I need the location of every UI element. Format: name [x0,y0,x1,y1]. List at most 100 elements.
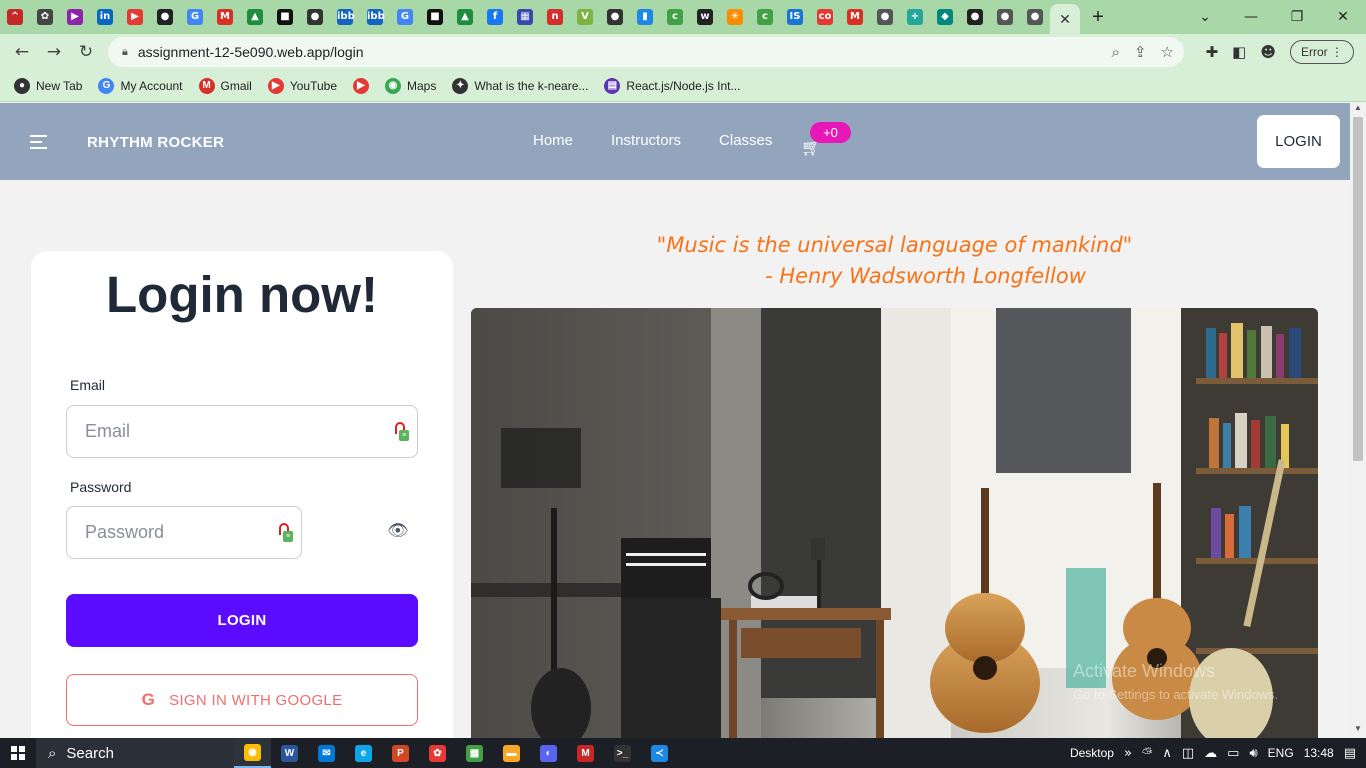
taskbar-mail[interactable]: ✉ [308,738,345,768]
browser-tab[interactable]: ▲ [240,0,270,34]
onedrive-icon[interactable]: ☁︎ [1204,746,1217,761]
browser-tab[interactable]: IS [780,0,810,34]
browser-tab[interactable]: w [690,0,720,34]
browser-tab[interactable]: ^ [0,0,30,34]
desktop-toolbar-label[interactable]: Desktop [1070,746,1114,760]
browser-tab[interactable]: f [480,0,510,34]
browser-tab[interactable]: ■ [420,0,450,34]
forward-icon[interactable]: → [38,42,70,62]
browser-tab[interactable]: ▦ [510,0,540,34]
tab-search-icon[interactable]: ⌄ [1182,9,1228,25]
taskbar-terminal[interactable]: >_ [604,738,641,768]
browser-tab[interactable]: ▶ [120,0,150,34]
password-manager-icon[interactable]: ≡ [277,523,293,543]
bookmark-youtube-2[interactable]: ▶ [353,77,370,94]
browser-tab[interactable]: G [180,0,210,34]
taskbar-explorer[interactable]: ▬ [493,738,530,768]
language-indicator[interactable]: ENG [1268,746,1294,760]
browser-tab[interactable]: ● [990,0,1020,34]
share-icon[interactable]: ⇪ [1134,43,1147,61]
browser-tab[interactable]: ● [600,0,630,34]
browser-tab[interactable]: co [810,0,840,34]
zoom-icon[interactable]: ⌕ [1112,43,1120,61]
taskbar-chrome[interactable]: ◉ [234,738,271,768]
taskbar-powerpoint[interactable]: P [382,738,419,768]
taskbar-app-6[interactable]: ✿ [419,738,456,768]
browser-tab[interactable]: ▮ [630,0,660,34]
taskbar-discord[interactable]: ◐ [530,738,567,768]
browser-tab[interactable]: ● [870,0,900,34]
password-manager-icon[interactable]: ≡ [393,422,409,442]
weather-icon[interactable]: ⛅︎ [1142,746,1152,761]
browser-tab[interactable]: ✿ [30,0,60,34]
nav-classes[interactable]: Classes [719,132,772,149]
browser-tab[interactable]: ▲ [450,0,480,34]
lock-icon[interactable]: 🔒︎ [122,46,128,59]
bookmark-knn[interactable]: ✦ What is the k-neare... [452,77,588,94]
reload-icon[interactable]: ↻ [70,42,102,62]
password-field[interactable]: Password ≡ [66,506,302,559]
scroll-down-icon[interactable]: ▼ [1350,724,1366,738]
email-field[interactable]: Email ≡ [66,405,418,458]
restore-icon[interactable]: ❐ [1274,9,1320,25]
browser-tab[interactable]: n [540,0,570,34]
browser-tab[interactable]: M [840,0,870,34]
minimize-icon[interactable]: — [1228,9,1274,25]
taskbar-search[interactable]: ⌕ Search [36,738,234,768]
bookmark-star-icon[interactable]: ☆ [1161,43,1174,61]
browser-tab[interactable]: ibb [360,0,390,34]
close-window-icon[interactable]: ✕ [1320,9,1366,25]
scrollbar-thumb[interactable] [1353,117,1363,461]
google-signin-button[interactable]: G SIGN IN WITH GOOGLE [66,674,418,726]
browser-tab[interactable]: ● [960,0,990,34]
battery-icon[interactable]: ▭ [1227,746,1239,761]
active-tab[interactable]: ✕ [1050,4,1080,34]
back-icon[interactable]: ← [6,42,38,62]
taskbar-word[interactable]: W [271,738,308,768]
bookmark-youtube[interactable]: ▶ YouTube [267,77,337,94]
browser-tab[interactable]: ▶ [60,0,90,34]
nav-instructors[interactable]: Instructors [611,132,681,149]
taskbar-mcafee[interactable]: M [567,738,604,768]
browser-tab[interactable]: + [900,0,930,34]
browser-tab[interactable]: ● [300,0,330,34]
nav-home[interactable]: Home [533,132,573,149]
page-scrollbar[interactable]: ▲ ▼ [1350,103,1366,738]
browser-tab[interactable]: ✳ [720,0,750,34]
browser-tab[interactable]: ibb [330,0,360,34]
side-panel-icon[interactable]: ◧ [1232,43,1246,61]
close-tab-icon[interactable]: ✕ [1059,11,1071,28]
tray-overflow-icon[interactable]: ∧ [1162,746,1172,761]
login-submit-button[interactable]: LOGIN [66,594,418,647]
extensions-icon[interactable]: ✚ [1206,43,1219,61]
profile-avatar-icon[interactable]: ☻ [1260,43,1276,61]
toolbar-expand-icon[interactable]: » [1124,746,1132,761]
new-tab-button[interactable]: + [1080,6,1116,29]
browser-tab[interactable]: in [90,0,120,34]
brand-name[interactable]: RHYTHM ROCKER [87,134,224,151]
browser-tab[interactable]: ◆ [930,0,960,34]
taskbar-vscode[interactable]: ≺ [641,738,678,768]
bookmark-my-account[interactable]: G My Account [98,77,183,94]
error-pill[interactable]: Error ⋮ [1289,40,1354,64]
bookmark-maps[interactable]: ◉ Maps [385,77,436,94]
browser-tab[interactable]: ■ [270,0,300,34]
address-bar[interactable]: 🔒︎ assignment-12-5e090.web.app/login ⌕ ⇪… [108,37,1184,67]
show-password-eye-icon[interactable]: 👁︎ [387,521,409,541]
browser-tab[interactable]: M [210,0,240,34]
url-text[interactable]: assignment-12-5e090.web.app/login [138,44,364,60]
bookmark-react[interactable]: ▤ React.js/Node.js Int... [604,77,740,94]
browser-tab[interactable]: V [570,0,600,34]
volume-icon[interactable]: 🔊︎ [1249,746,1257,761]
taskbar-app-7[interactable]: ▦ [456,738,493,768]
bookmark-new-tab[interactable]: ● New Tab [14,77,82,94]
scroll-up-icon[interactable]: ▲ [1350,103,1366,117]
browser-tab[interactable]: c [750,0,780,34]
taskbar-edge[interactable]: e [345,738,382,768]
start-button[interactable] [0,746,36,760]
hamburger-menu-icon[interactable] [30,135,47,153]
browser-tab[interactable]: ● [150,0,180,34]
navbar-login-button[interactable]: LOGIN [1257,115,1340,168]
bookmark-gmail[interactable]: M Gmail [198,77,252,94]
notifications-icon[interactable]: ▤ [1344,746,1356,761]
